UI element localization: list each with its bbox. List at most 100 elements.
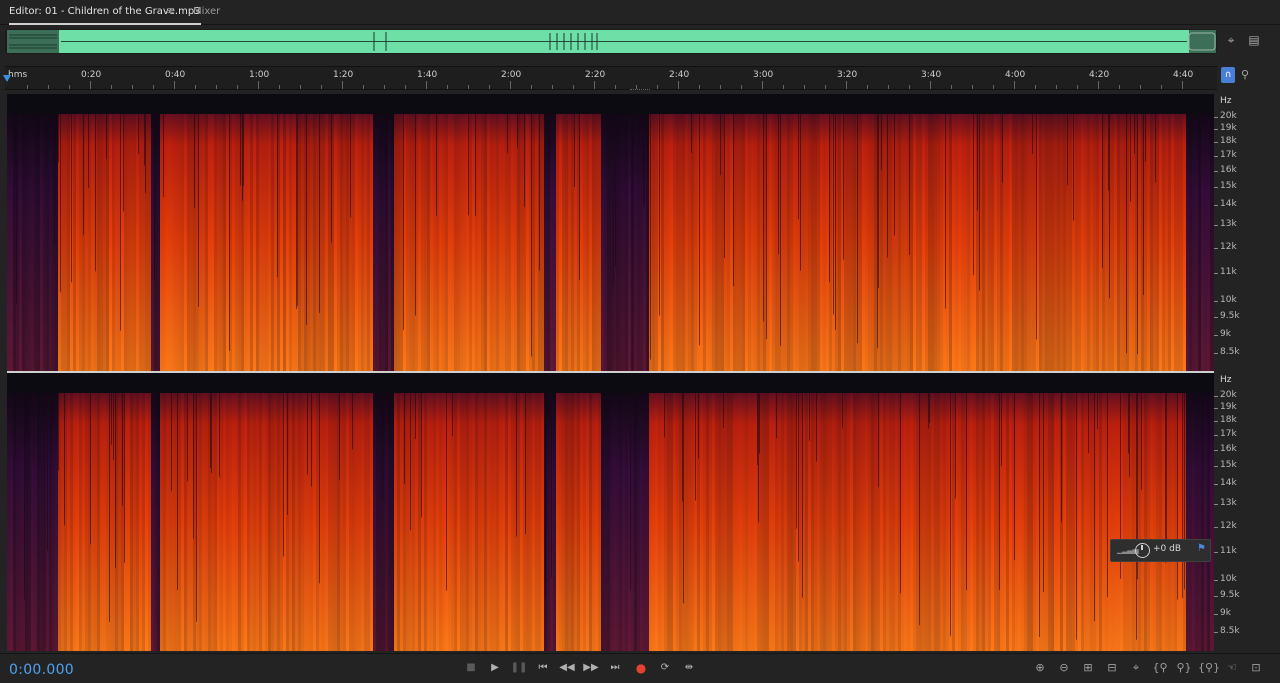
spectrogram-column xyxy=(802,114,805,371)
spectrogram-column xyxy=(559,114,562,371)
frequency-tick xyxy=(1214,632,1218,633)
spectrogram-column xyxy=(601,114,604,371)
spectrogram-column xyxy=(280,114,283,371)
spectrogram-column xyxy=(73,114,76,371)
spectrogram-column xyxy=(382,114,385,371)
skip-selection-icon[interactable]: ⇹ xyxy=(680,659,698,677)
play-icon[interactable]: ▶ xyxy=(486,659,504,677)
playhead[interactable] xyxy=(3,75,11,82)
spectrogram-column xyxy=(604,393,607,651)
zoom-target-icon[interactable]: ⌖ xyxy=(1222,32,1240,50)
spectrogram-column xyxy=(508,114,511,371)
spectrogram-column xyxy=(361,393,364,651)
spectrogram-column xyxy=(646,393,649,651)
spectrogram-streak xyxy=(113,393,114,461)
spectrogram-column xyxy=(751,114,754,371)
hamburger-icon[interactable]: ≡ xyxy=(166,4,175,17)
spectrogram-streak xyxy=(798,393,799,562)
skip-forward-icon[interactable]: ⏭ xyxy=(606,659,624,677)
spectrogram-streak xyxy=(1134,114,1135,154)
gain-knob[interactable] xyxy=(1135,543,1150,558)
zoom-in-left-icon[interactable]: {⚲ xyxy=(1150,659,1170,677)
spectral-channel-left[interactable] xyxy=(7,94,1214,371)
loop-icon[interactable]: ⟳ xyxy=(656,659,674,677)
spectrogram-column xyxy=(469,393,472,651)
spectrogram-streak xyxy=(1136,393,1137,640)
spectrogram-streak xyxy=(1126,114,1127,354)
spectrogram-column xyxy=(412,114,415,371)
spectrogram-column xyxy=(604,114,607,371)
spectrogram-column xyxy=(1210,393,1213,651)
spectrogram-column xyxy=(850,393,853,651)
spectrogram-column xyxy=(496,114,499,371)
ruler-minor-tick xyxy=(1140,85,1141,89)
zoom-in-right-icon[interactable]: ⚲} xyxy=(1174,659,1194,677)
hand-tool-icon[interactable]: ☜ xyxy=(1222,659,1242,677)
spectrogram-column xyxy=(469,114,472,371)
spectrogram-column xyxy=(1048,393,1051,651)
spectrogram-streak xyxy=(507,114,508,154)
stop-icon[interactable]: ■ xyxy=(462,659,480,677)
spectrogram-column xyxy=(325,393,328,651)
panel-icon[interactable]: ▤ xyxy=(1246,32,1262,50)
spectrogram-column xyxy=(874,393,877,651)
spectrogram-column xyxy=(466,393,469,651)
timecode-display[interactable]: 0:00.000 xyxy=(9,662,74,678)
gain-hud[interactable]: ▁▂▃▄ +0 dB ⚑ xyxy=(1110,539,1211,562)
zoom-out-amplitude-icon[interactable]: ⊖ xyxy=(1054,659,1074,677)
zoom-in-amplitude-icon[interactable]: ⊕ xyxy=(1030,659,1050,677)
record-icon[interactable]: ● xyxy=(632,659,650,677)
spectrogram-column xyxy=(610,114,613,371)
tab-mixer[interactable]: Mixer xyxy=(193,0,220,23)
spectrogram-streak xyxy=(124,393,125,563)
spectrogram-column xyxy=(139,393,142,651)
spectrogram-column xyxy=(733,393,736,651)
pause-icon[interactable]: ❚❚ xyxy=(510,659,528,677)
time-ruler[interactable]: hms 0:20 0:40 1:00 1:20 1:40 2:00 2:20 2:40 3:00… xyxy=(5,66,1217,90)
spectrogram-streak xyxy=(833,114,834,315)
spectrogram-column xyxy=(478,114,481,371)
spectrogram-streak xyxy=(695,393,696,501)
fast-forward-icon[interactable]: ▶▶ xyxy=(582,659,600,677)
spectrogram-column xyxy=(1144,393,1147,651)
spectrogram-column xyxy=(322,393,325,651)
spectrogram-column xyxy=(631,393,634,651)
spectrogram-column xyxy=(439,393,442,651)
spectrogram-streak xyxy=(1088,393,1089,454)
spectral-channel-right[interactable] xyxy=(7,373,1214,651)
spectrogram-column xyxy=(1048,114,1051,371)
spectrogram-column xyxy=(982,393,985,651)
spectrogram-streak xyxy=(900,393,901,594)
ruler-minor-tick xyxy=(384,85,385,89)
spectrogram-streak xyxy=(88,114,89,189)
spectrogram-column xyxy=(955,114,958,371)
zoom-in-time-icon[interactable]: ⊞ xyxy=(1078,659,1098,677)
rewind-icon[interactable]: ◀◀ xyxy=(558,659,576,677)
zoom-out-full-icon[interactable]: ⊟ xyxy=(1102,659,1122,677)
spectrogram-column xyxy=(808,114,811,371)
spectrogram-column xyxy=(40,393,43,651)
pin-icon[interactable]: ⚑ xyxy=(1197,543,1206,554)
spectrogram-column xyxy=(73,393,76,651)
zoom-fit-icon[interactable]: ⊡ xyxy=(1246,659,1266,677)
spectrogram-column xyxy=(547,393,550,651)
magnet-icon[interactable]: ∩ xyxy=(1221,67,1235,83)
spectrogram-column xyxy=(1090,114,1093,371)
skip-back-icon[interactable]: ⏮ xyxy=(534,659,552,677)
zoom-reset-icon[interactable]: {⚲} xyxy=(1198,659,1220,677)
zoom-to-selection-icon[interactable]: ⌖ xyxy=(1126,659,1146,677)
spectrogram-streak xyxy=(71,114,72,283)
spectrogram-streak xyxy=(1182,393,1183,599)
spectrogram-column xyxy=(730,393,733,651)
spectrogram-column xyxy=(220,393,223,651)
marker-pin-icon[interactable]: ⚲ xyxy=(1240,67,1250,83)
overview-waveform[interactable] xyxy=(5,29,1217,54)
spectrogram-column xyxy=(253,393,256,651)
spectrogram-column xyxy=(34,393,37,651)
spectrogram-column xyxy=(589,393,592,651)
spectrogram-column xyxy=(535,114,538,371)
spectrogram-column xyxy=(151,114,154,371)
spectrogram-column xyxy=(67,393,70,651)
ruler-minor-tick xyxy=(48,85,49,89)
spectrogram-streak xyxy=(33,393,34,463)
